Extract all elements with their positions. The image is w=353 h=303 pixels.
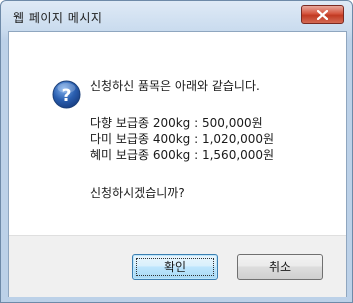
message-line-3: 혜미 보급종 600kg : 1,560,000원 bbox=[90, 148, 275, 162]
message-line-1: 다향 보급종 200kg : 500,000원 bbox=[90, 116, 263, 130]
dialog-body: ? 신청하신 품목은 아래와 같습니다. 다향 보급종 200kg : 500,… bbox=[8, 31, 347, 297]
cancel-button-label: 취소 bbox=[268, 260, 292, 274]
ok-button[interactable]: 확인 bbox=[132, 254, 218, 280]
message-intro: 신청하신 품목은 아래와 같습니다. bbox=[90, 79, 260, 93]
cancel-button[interactable]: 취소 bbox=[237, 254, 323, 280]
button-bar: 확인 취소 bbox=[9, 235, 346, 297]
message-area: ? 신청하신 품목은 아래와 같습니다. 다향 보급종 200kg : 500,… bbox=[9, 32, 346, 235]
close-button[interactable] bbox=[301, 5, 344, 24]
close-icon bbox=[317, 10, 328, 20]
title-bar[interactable]: 웹 페이지 메시지 bbox=[1, 1, 352, 31]
ok-button-label: 확인 bbox=[163, 260, 187, 274]
svg-text:?: ? bbox=[62, 86, 72, 106]
message-dialog: 웹 페이지 메시지 ? 신청하신 품목은 아래와 같습니다. 다향 보급종 20… bbox=[0, 0, 353, 303]
dialog-title: 웹 페이지 메시지 bbox=[13, 11, 103, 25]
message-line-2: 다미 보급종 400kg : 1,020,000원 bbox=[90, 132, 275, 146]
message-question: 신청하시겠습니까? bbox=[90, 186, 185, 200]
question-icon: ? bbox=[52, 80, 81, 109]
